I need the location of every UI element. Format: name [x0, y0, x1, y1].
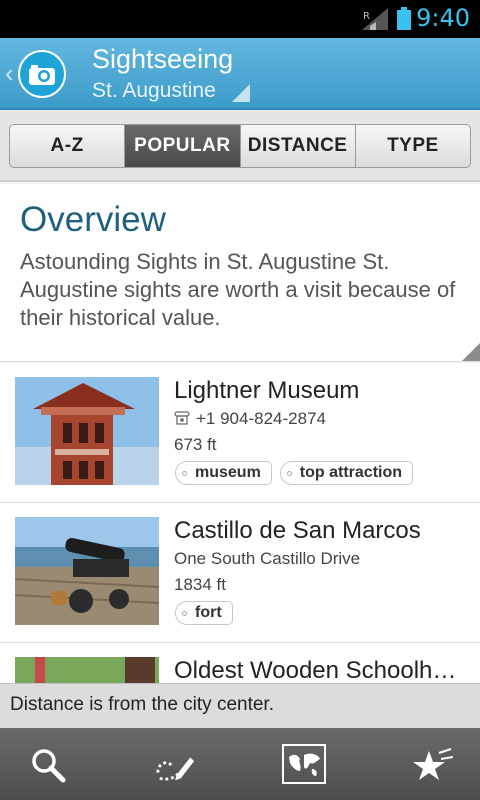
tab-a-z[interactable]: A-Z	[10, 125, 126, 167]
dropdown-caret-icon[interactable]	[232, 84, 250, 102]
favorites-star-icon[interactable]	[412, 744, 454, 786]
item-distance: 1834 ft	[174, 575, 226, 594]
tag-museum[interactable]: museum	[175, 461, 272, 485]
tag-top-attraction[interactable]: top attraction	[279, 461, 414, 485]
search-icon[interactable]	[27, 744, 69, 786]
tag-list: fort	[175, 601, 233, 625]
schoolhouse-photo	[15, 657, 159, 683]
sights-list: Lightner Museum +1 904-824-2874 673 ft m…	[0, 363, 480, 683]
list-item[interactable]: Oldest Wooden Schoolh…	[0, 643, 480, 683]
tab-distance[interactable]: DISTANCE	[240, 125, 356, 167]
lightner-museum-photo	[15, 377, 159, 485]
tab-popular[interactable]: POPULAR	[125, 125, 241, 167]
tag-fort[interactable]: fort	[175, 601, 233, 625]
info-text: Distance is from the city center.	[10, 694, 274, 715]
sort-tab-bar: A-Z POPULAR DISTANCE TYPE	[0, 110, 480, 182]
tag-list: museum top attraction	[175, 461, 414, 485]
app-header: ‹ Sightseeing St. Augustine	[0, 38, 480, 110]
back-chevron-icon[interactable]: ‹	[5, 58, 14, 89]
distance-info-bar: Distance is from the city center.	[0, 683, 480, 728]
page-title: Sightseeing	[92, 44, 234, 74]
item-phone[interactable]: +1 904-824-2874	[174, 409, 326, 429]
overview-text: Astounding Sights in St. Augustine St. A…	[20, 249, 456, 330]
expand-corner-icon[interactable]	[462, 343, 480, 361]
status-bar: R 9:40	[0, 0, 480, 38]
item-name: Lightner Museum	[174, 377, 360, 404]
camera-icon[interactable]	[18, 50, 66, 98]
overview-panel[interactable]: Overview Astounding Sights in St. August…	[0, 184, 480, 362]
phone-icon	[174, 411, 190, 425]
overview-title: Overview	[20, 200, 166, 239]
castillo-photo	[15, 517, 159, 625]
svg-text:R: R	[363, 11, 370, 22]
signal-roaming-icon: R	[362, 8, 388, 30]
tab-type[interactable]: TYPE	[355, 125, 470, 167]
world-map-icon[interactable]	[282, 744, 326, 784]
item-name: Oldest Wooden Schoolh…	[174, 657, 457, 683]
clock: 9:40	[416, 4, 470, 32]
item-address: One South Castillo Drive	[174, 549, 361, 568]
city-selector[interactable]: St. Augustine	[92, 79, 216, 103]
bottom-toolbar	[0, 728, 480, 800]
item-distance: 673 ft	[174, 435, 217, 454]
battery-icon	[397, 7, 411, 30]
route-pencil-icon[interactable]	[154, 744, 196, 786]
list-item[interactable]: Lightner Museum +1 904-824-2874 673 ft m…	[0, 363, 480, 503]
item-name: Castillo de San Marcos	[174, 517, 421, 544]
list-item[interactable]: Castillo de San Marcos One South Castill…	[0, 503, 480, 643]
